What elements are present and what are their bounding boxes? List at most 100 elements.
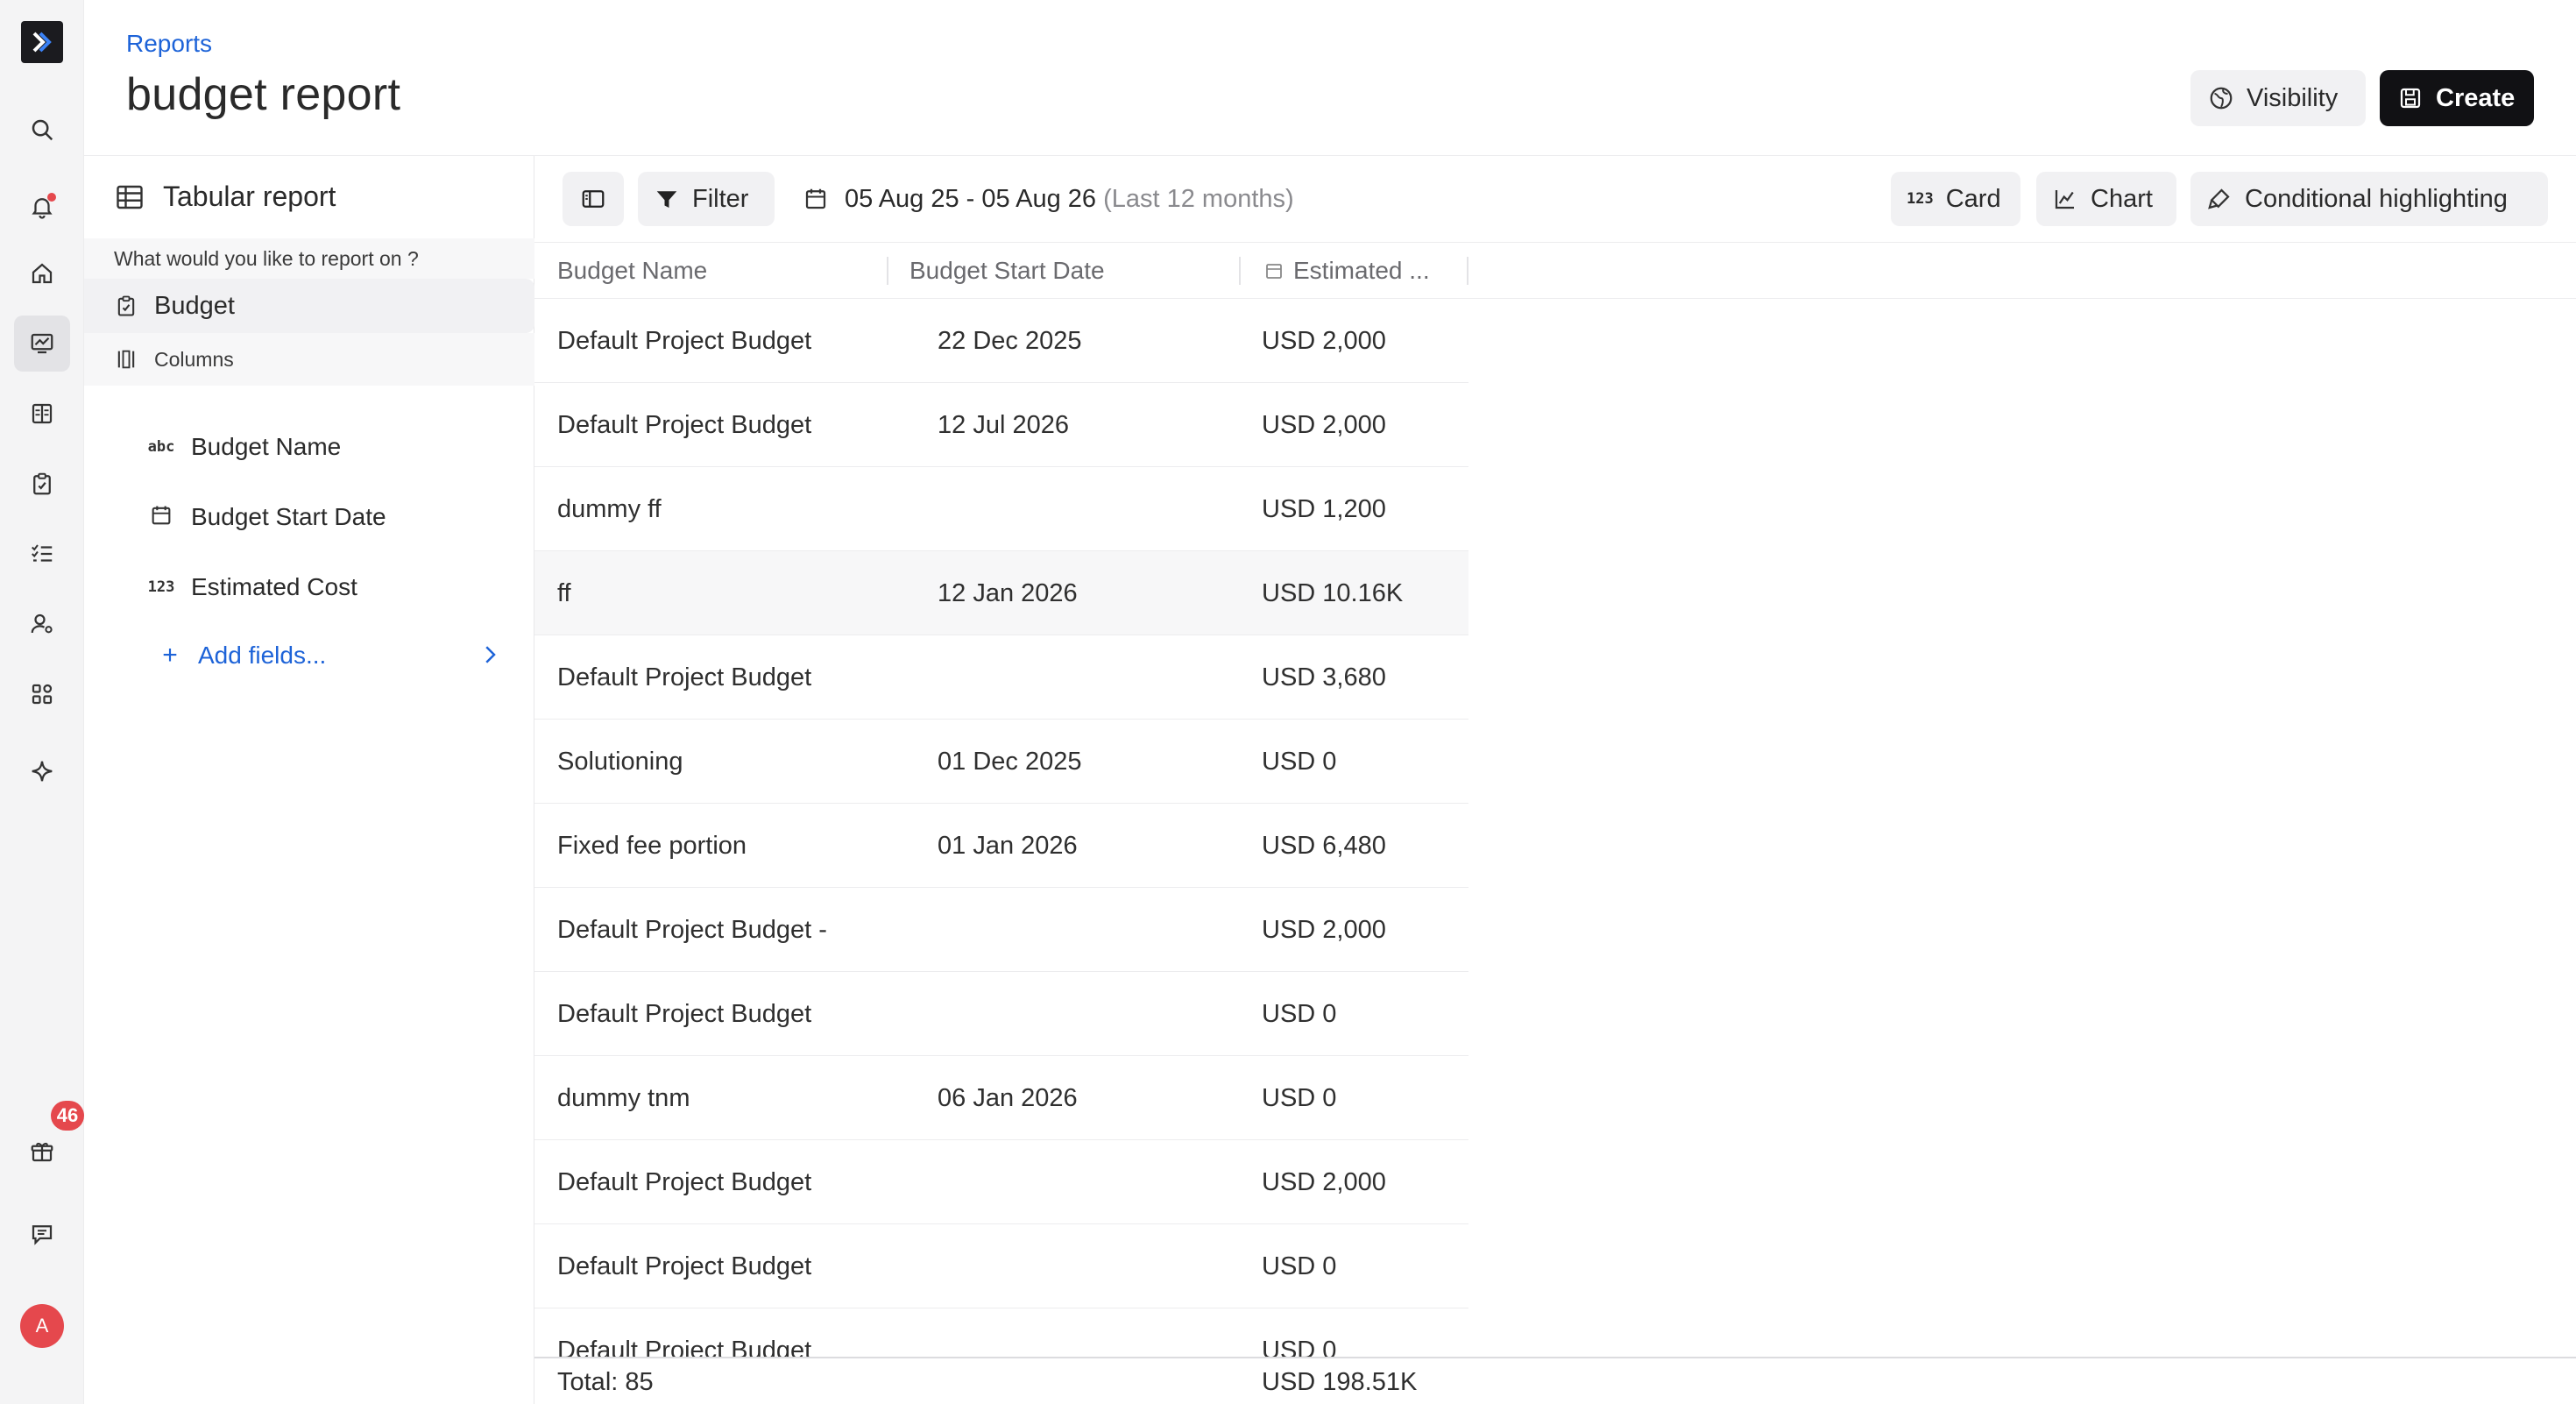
nav-chat[interactable]: [14, 1206, 70, 1262]
cell-budget-name: Default Project Budget: [557, 1252, 812, 1280]
visibility-label: Visibility: [2247, 83, 2339, 112]
table-row[interactable]: Solutioning 01 Dec 2025 USD 0: [534, 720, 1468, 804]
cell-budget-name: Fixed fee portion: [557, 832, 747, 860]
panel-title: Tabular report: [163, 181, 336, 212]
clipboard-check-icon: [33, 472, 51, 495]
table-row[interactable]: Default Project Budget USD 0: [534, 1308, 1468, 1357]
nav-checklist[interactable]: [14, 526, 70, 582]
cell-budget-start-date: 12 Jan 2026: [938, 579, 1078, 607]
column-resize-handle[interactable]: [1467, 257, 1468, 285]
nav-apps[interactable]: [14, 666, 70, 722]
conditional-highlighting-label: Conditional highlighting: [2245, 184, 2508, 213]
chat-icon: [32, 1225, 53, 1245]
search-icon: [32, 119, 53, 141]
gift-icon: [31, 1142, 53, 1162]
nav-gifts[interactable]: 46: [14, 1101, 84, 1180]
field-label: Estimated Cost: [191, 573, 357, 600]
checklist-icon: [32, 544, 53, 562]
field-budget-name[interactable]: abc Budget Name: [147, 421, 515, 473]
cell-budget-name: Default Project Budget -: [557, 916, 827, 944]
cell-estimated-cost: USD 2,000: [1262, 1168, 1386, 1196]
sidebar-icon: [582, 190, 605, 208]
nav-people[interactable]: [14, 596, 70, 652]
cell-budget-start-date: 22 Dec 2025: [938, 327, 1082, 355]
table-row[interactable]: dummy tnm 06 Jan 2026 USD 0: [534, 1056, 1468, 1140]
highlighter-icon: [2208, 188, 2230, 209]
table-row[interactable]: Default Project Budget - USD 2,000: [534, 888, 1468, 972]
date-range-picker[interactable]: 05 Aug 25 - 05 Aug 26 (Last 12 months): [803, 172, 1294, 226]
add-fields-button[interactable]: + Add fields...: [158, 629, 517, 682]
app-logo[interactable]: [21, 21, 63, 63]
filter-icon: [656, 191, 677, 208]
globe-icon: [2210, 87, 2233, 110]
nav-projects[interactable]: [14, 386, 70, 442]
table-row[interactable]: Default Project Budget USD 0: [534, 972, 1468, 1056]
nav-reports[interactable]: [14, 316, 70, 372]
toggle-sidebar-button[interactable]: [563, 172, 624, 226]
table-row[interactable]: Default Project Budget USD 2,000: [534, 1140, 1468, 1224]
page-title: budget report: [126, 69, 401, 120]
table-row[interactable]: dummy ff USD 1,200: [534, 467, 1468, 551]
chart-view-button[interactable]: Chart: [2036, 172, 2176, 226]
nav-search[interactable]: [14, 102, 70, 158]
line-chart-icon: [2055, 190, 2074, 209]
sparkle-icon: [32, 761, 53, 782]
table-body: Default Project Budget 22 Dec 2025 USD 2,0…: [534, 299, 1468, 1357]
column-header-estimated-cost[interactable]: Estimated ...: [1263, 243, 1430, 299]
entity-budget[interactable]: Budget: [84, 279, 534, 333]
table-row[interactable]: Default Project Budget 12 Jul 2026 USD 2,0…: [534, 383, 1468, 467]
cell-estimated-cost: USD 0: [1262, 1000, 1337, 1028]
column-resize-handle[interactable]: [1239, 257, 1241, 285]
cell-estimated-cost: USD 0: [1262, 1084, 1337, 1112]
plus-icon: +: [162, 641, 178, 670]
cell-estimated-cost: USD 10.16K: [1262, 579, 1404, 607]
create-button[interactable]: Create: [2380, 70, 2534, 126]
nav-tasks[interactable]: [14, 456, 70, 512]
card-view-button[interactable]: 123 Card: [1891, 172, 2020, 226]
user-settings-icon: [31, 613, 53, 634]
clipboard-check-icon: [117, 295, 135, 316]
field-estimated-cost[interactable]: 123 Estimated Cost: [147, 561, 515, 613]
entity-label: Budget: [154, 291, 235, 320]
notification-dot: [47, 193, 56, 202]
report-on-prompt: What would you like to report on ?: [84, 238, 534, 279]
cell-estimated-cost: USD 6,480: [1262, 832, 1386, 860]
cell-budget-name: Default Project Budget: [557, 663, 812, 691]
column-header-budget-name[interactable]: Budget Name: [557, 243, 707, 299]
conditional-highlighting-button[interactable]: Conditional highlighting: [2190, 172, 2548, 226]
table-footer-totals: Total: 85 USD 198.51K: [534, 1357, 2576, 1404]
reports-icon: [31, 333, 53, 354]
cell-estimated-cost: USD 0: [1262, 1252, 1337, 1280]
cell-budget-name: Solutioning: [557, 748, 683, 776]
nav-home[interactable]: [14, 245, 70, 301]
panel-header: Tabular report: [114, 181, 336, 213]
visibility-button[interactable]: Visibility: [2190, 70, 2366, 126]
table-row[interactable]: Fixed fee portion 01 Jan 2026 USD 6,480: [534, 804, 1468, 888]
field-budget-start-date[interactable]: Budget Start Date: [147, 491, 515, 543]
table-row[interactable]: Default Project Budget USD 3,680: [534, 635, 1468, 720]
nav-notifications[interactable]: [14, 179, 70, 235]
total-count: Total: 85: [557, 1368, 654, 1396]
cell-estimated-cost: USD 2,000: [1262, 327, 1386, 355]
calendar-icon: [805, 188, 826, 209]
nav-ai[interactable]: [14, 743, 70, 799]
cell-budget-name: Default Project Budget: [557, 327, 812, 355]
breadcrumb-reports[interactable]: Reports: [126, 30, 212, 58]
table-row[interactable]: Default Project Budget USD 0: [534, 1224, 1468, 1308]
column-resize-handle[interactable]: [887, 257, 888, 285]
columns-icon: [117, 350, 135, 369]
filter-button[interactable]: Filter: [638, 172, 775, 226]
home-icon: [32, 263, 53, 284]
nav-rail: 46 A: [0, 0, 84, 1404]
cell-estimated-cost: USD 2,000: [1262, 916, 1386, 944]
text-type-icon: abc: [147, 438, 175, 456]
logo-icon: [32, 32, 52, 53]
add-fields-label: Add fields...: [198, 642, 327, 669]
cell-budget-name: dummy tnm: [557, 1084, 690, 1112]
user-avatar[interactable]: A: [20, 1304, 64, 1348]
cell-budget-start-date: 12 Jul 2026: [938, 411, 1069, 439]
table-row[interactable]: Default Project Budget 22 Dec 2025 USD 2,0…: [534, 299, 1468, 383]
column-header-budget-start-date[interactable]: Budget Start Date: [909, 243, 1105, 299]
calendar-icon: [1266, 264, 1282, 279]
table-row[interactable]: ff 12 Jan 2026 USD 10.16K: [534, 551, 1468, 635]
